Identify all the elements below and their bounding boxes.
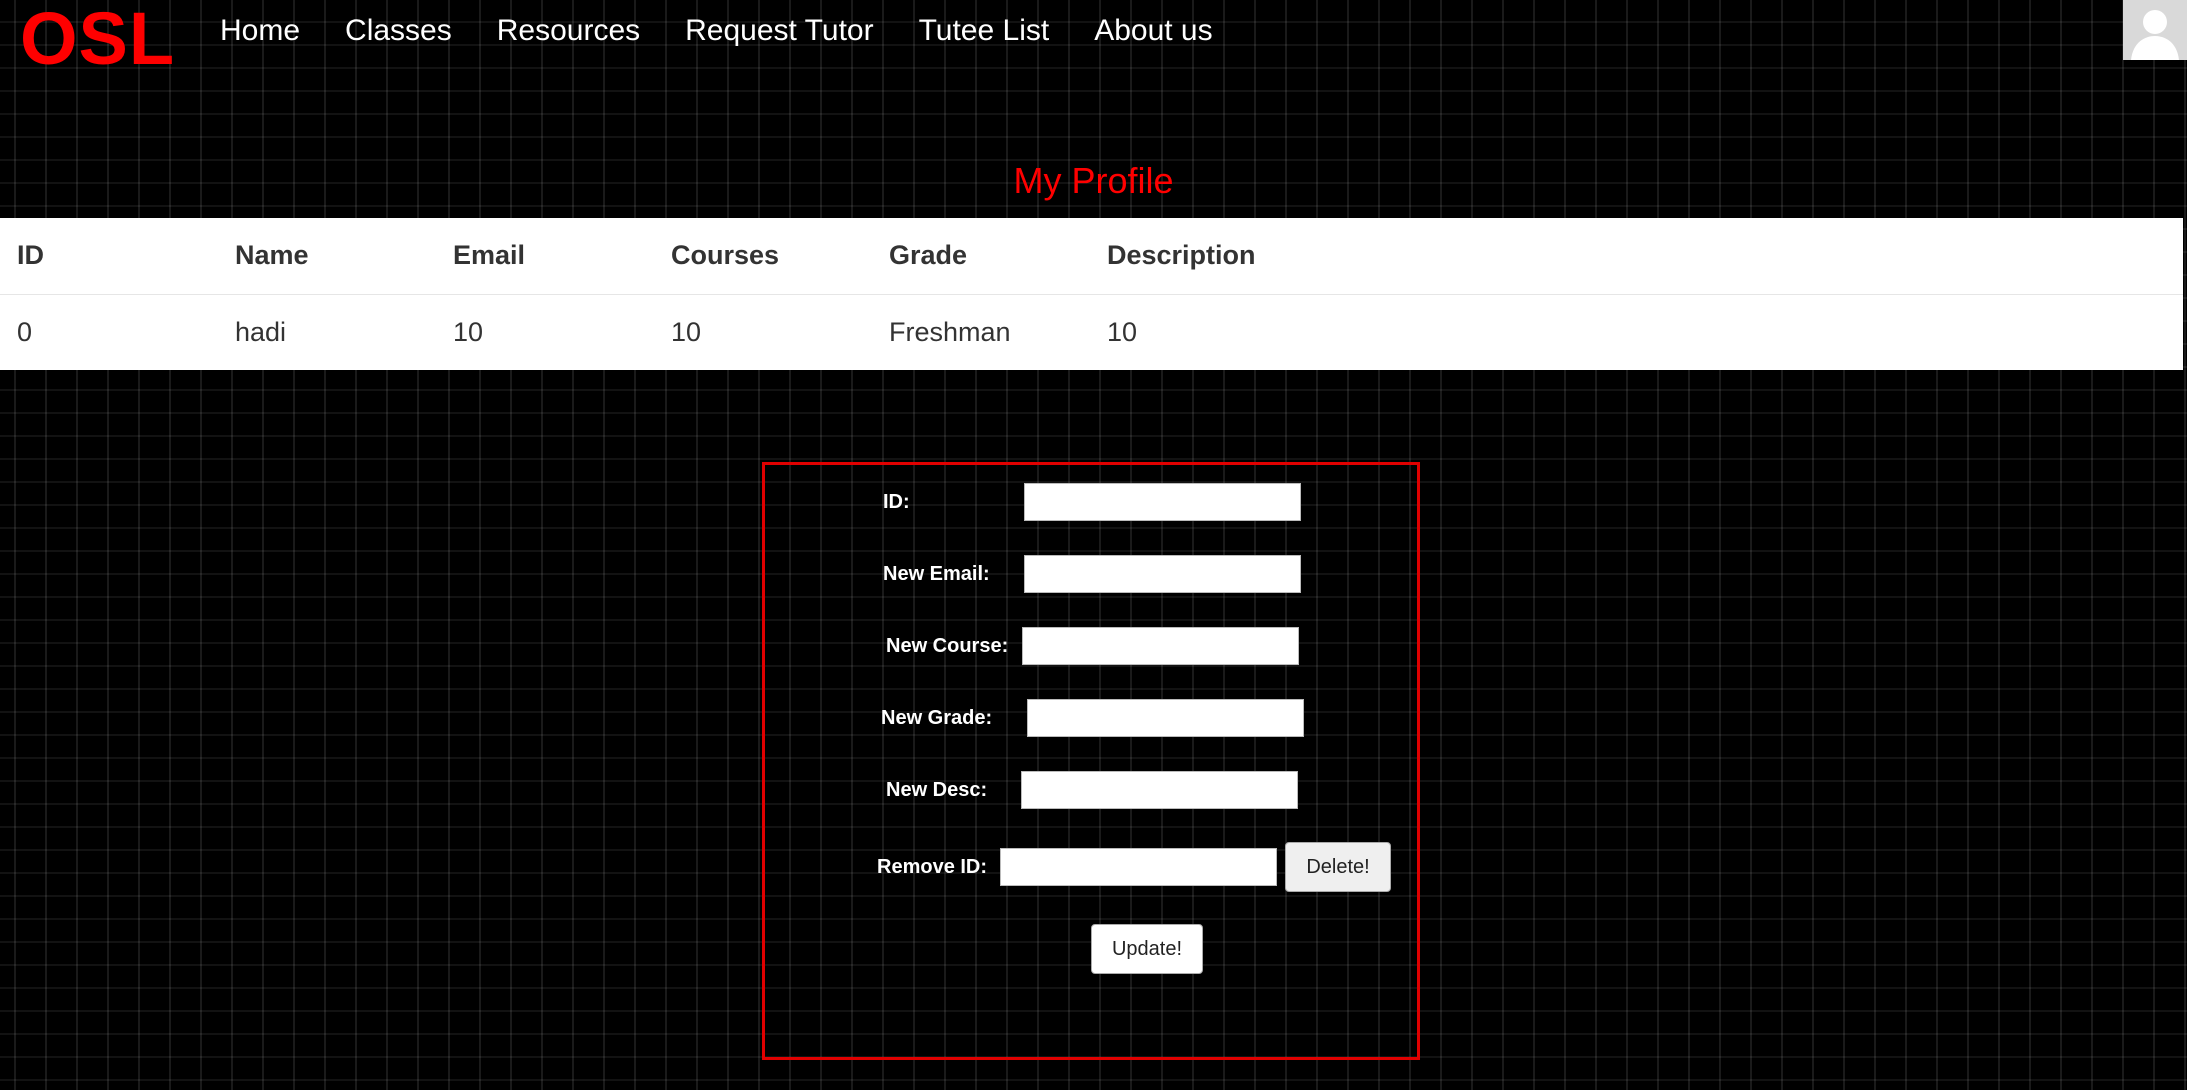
profile-table: ID Name Email Courses Grade Description … [0,218,2183,370]
nav-request-tutor[interactable]: Request Tutor [685,14,873,48]
new-course-label: New Course: [886,635,1009,657]
site-logo[interactable]: OSL [20,0,175,81]
new-grade-input[interactable] [1027,699,1304,737]
main-nav: Home Classes Resources Request Tutor Tut… [220,14,1258,48]
remove-id-label: Remove ID: [877,856,988,878]
avatar-silhouette [2123,0,2187,60]
delete-button[interactable]: Delete! [1285,842,1391,892]
update-profile-form: ID: New Email: New Course: New Grade: Ne… [762,462,1420,1060]
cell-name: hadi [218,293,436,370]
column-header-email: Email [453,240,526,271]
remove-id-input[interactable] [1000,848,1277,886]
update-button[interactable]: Update! [1091,924,1203,974]
column-header-courses: Courses [671,240,780,271]
id-input[interactable] [1024,483,1301,521]
new-grade-label: New Grade: [881,707,993,729]
new-course-input[interactable] [1022,627,1299,665]
cell-description: 10 [1090,293,2183,370]
page-title: My Profile [1013,160,1174,201]
cell-email: 10 [436,293,654,370]
nav-classes[interactable]: Classes [345,14,452,48]
column-header-id: ID [17,240,44,271]
table-header-row: ID Name Email Courses Grade Description [0,218,2183,294]
nav-resources[interactable]: Resources [497,14,640,48]
nav-home[interactable]: Home [220,14,300,48]
cell-id: 0 [0,293,218,370]
new-email-input[interactable] [1024,555,1301,593]
new-desc-input[interactable] [1021,771,1298,809]
column-header-grade: Grade [889,240,968,271]
new-desc-label: New Desc: [886,779,988,801]
id-label: ID: [883,491,910,513]
table-row: 0 hadi 10 10 Freshman 10 [0,293,2183,370]
cell-grade: Freshman [872,293,1090,370]
nav-about-us[interactable]: About us [1094,14,1212,48]
user-avatar-icon[interactable] [2123,0,2187,60]
nav-tutee-list[interactable]: Tutee List [919,14,1050,48]
column-header-description: Description [1107,240,1256,271]
new-email-label: New Email: [883,563,990,585]
column-header-name: Name [235,240,309,271]
cell-courses: 10 [654,293,872,370]
